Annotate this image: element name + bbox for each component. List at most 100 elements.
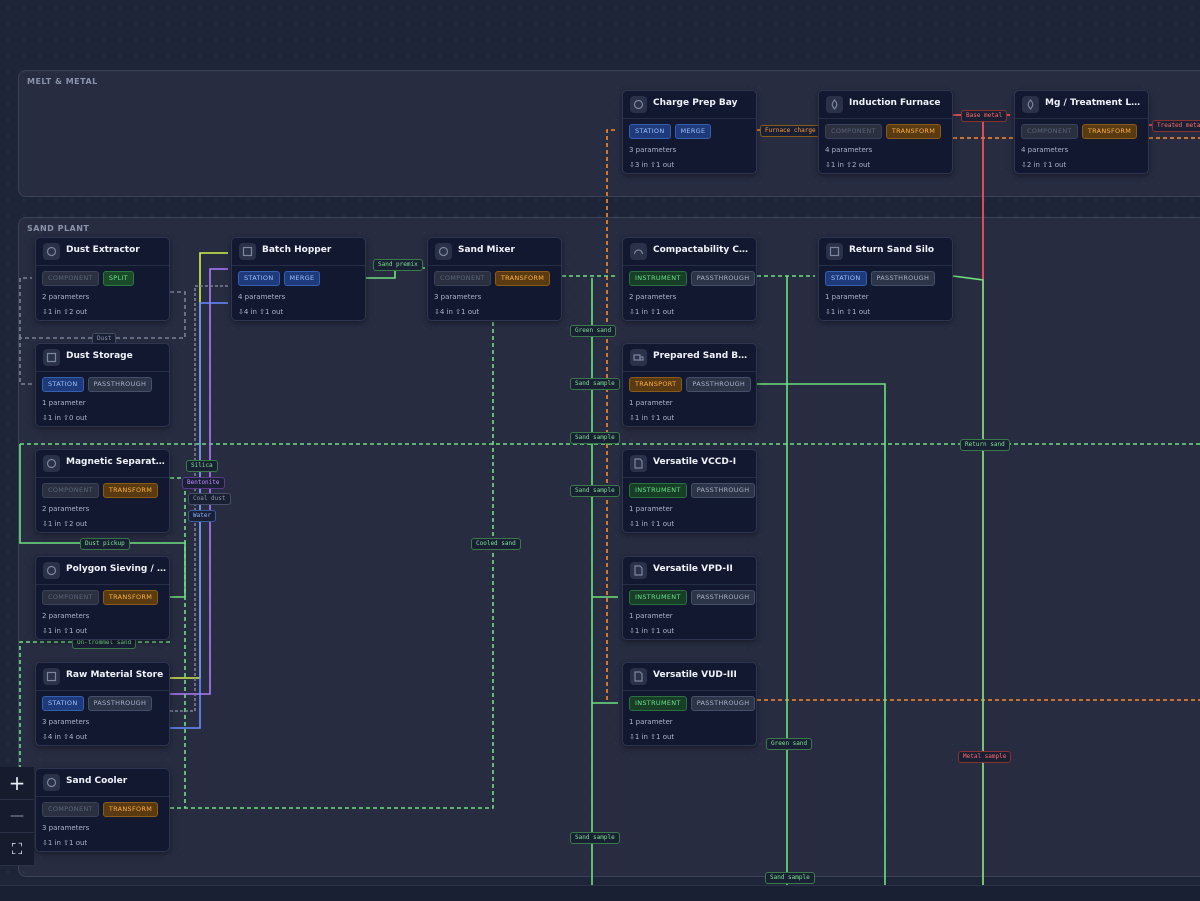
node-batch-hopper[interactable]: Batch Hopper STATION MERGE 4 parameters ⇩…	[231, 237, 366, 321]
node-sand-mixer[interactable]: Sand Mixer COMPONENT TRANSFORM 3 paramete…	[427, 237, 562, 321]
cube-icon	[826, 243, 843, 260]
node-io: ⇩2 in ⇧1 out	[1021, 161, 1067, 169]
badge-type: COMPONENT	[434, 271, 491, 286]
node-header: Raw Material Store	[36, 663, 169, 691]
node-io: ⇩4 in ⇧1 out	[238, 308, 284, 316]
badge-type: INSTRUMENT	[629, 271, 687, 286]
node-dust-storage[interactable]: Dust Storage STATION PASSTHROUGH 1 parame…	[35, 343, 170, 427]
node-params: 3 parameters	[42, 718, 90, 726]
edge-label-silica: Silica	[186, 460, 218, 472]
badge-type: STATION	[42, 696, 84, 711]
gear-icon	[43, 774, 60, 791]
gear-icon	[435, 243, 452, 260]
edge-silo-out	[952, 275, 984, 890]
badge-kind: TRANSFORM	[102, 590, 159, 605]
edge-label-sand-sample: Sand sample	[570, 378, 620, 390]
node-prepared-sand-bunker[interactable]: Prepared Sand Bunker TRANSPORTPASSTHROUG…	[622, 343, 757, 427]
node-header: Dust Storage	[36, 344, 169, 372]
edge-label-green-sand: Green sand	[570, 325, 617, 337]
node-mg-treatment-ladle[interactable]: Mg / Treatment Ladle COMPONENT TRANSFORM …	[1014, 90, 1149, 174]
gear-icon	[43, 562, 60, 579]
node-header: Prepared Sand Bunker	[623, 344, 756, 372]
node-io: ⇩3 in ⇧1 out	[629, 161, 675, 169]
node-versatile-vpd[interactable]: Versatile VPD-II INSTRUMENT PASSTHROUGH 1…	[622, 556, 757, 640]
node-params: 1 parameter	[825, 293, 869, 301]
node-header: Magnetic Separator	[36, 450, 169, 478]
node-dust-extractor[interactable]: Dust Extractor COMPONENT SPLIT 2 paramete…	[35, 237, 170, 321]
node-versatile-vccd[interactable]: Versatile VCCD-I INSTRUMENT PASSTHROUGH 1…	[622, 449, 757, 533]
node-header: Mg / Treatment Ladle	[1015, 91, 1148, 119]
node-io: ⇩1 in ⇧2 out	[42, 520, 88, 528]
node-params: 1 parameter	[629, 505, 673, 513]
badge-kind: MERGE	[283, 271, 321, 286]
zoom-in-button[interactable]: +	[0, 767, 34, 800]
edge-label-bentonite: Bentonite	[182, 477, 225, 489]
badge-kind: PASSTHROUGH	[87, 377, 153, 392]
gear-icon	[43, 243, 60, 260]
node-charge-prep-bay[interactable]: Charge Prep Bay STATION MERGE 3 parameter…	[622, 90, 757, 174]
node-header: Compactability Cont...	[623, 238, 756, 266]
node-header: Return Sand Silo	[819, 238, 952, 266]
node-header: Charge Prep Bay	[623, 91, 756, 119]
badge-kind: TRANSFORM	[102, 483, 159, 498]
badge-type: STATION	[629, 124, 671, 139]
badge-kind: PASSTHROUGH	[686, 377, 752, 392]
badge-type: COMPONENT	[42, 271, 99, 286]
edge-label-green-sand: Green sand	[766, 738, 813, 750]
node-title: Versatile VUD-III	[653, 670, 737, 680]
cube-icon	[239, 243, 256, 260]
node-induction-furnace[interactable]: Induction Furnace COMPONENT TRANSFORM 4 p…	[818, 90, 953, 174]
edge-label-base-metal: Base metal	[961, 110, 1008, 122]
cube-icon	[43, 349, 60, 366]
edge-bunker-out	[757, 383, 886, 890]
node-io: ⇩1 in ⇧1 out	[825, 308, 871, 316]
badge-type: INSTRUMENT	[629, 696, 687, 711]
badge-kind: MERGE	[674, 124, 712, 139]
node-title: Polygon Sieving / Lu...	[66, 564, 166, 574]
flame-icon	[826, 96, 843, 113]
fit-view-button[interactable]: ⛶	[0, 833, 34, 866]
node-return-sand-silo[interactable]: Return Sand Silo STATION PASSTHROUGH 1 pa…	[818, 237, 953, 321]
node-io: ⇩1 in ⇧1 out	[629, 733, 675, 741]
edge-label-coal-dust: Coal dust	[188, 493, 231, 505]
edge-label-furnace-charge: Furnace charge	[760, 125, 821, 137]
node-sand-cooler[interactable]: Sand Cooler COMPONENT TRANSFORM 3 paramet…	[35, 768, 170, 852]
badge-kind: TRANSFORM	[494, 271, 551, 286]
edge-label-dust-pickup: Dust pickup	[80, 538, 130, 550]
badge-type: INSTRUMENT	[629, 483, 687, 498]
node-io: ⇩1 in ⇧1 out	[629, 627, 675, 635]
badge-type: STATION	[42, 377, 84, 392]
node-magnetic-separator[interactable]: Magnetic Separator COMPONENT TRANSFORM 2 …	[35, 449, 170, 533]
node-header: Sand Mixer	[428, 238, 561, 266]
badge-kind: SPLIT	[102, 271, 134, 286]
node-params: 2 parameters	[629, 293, 677, 301]
node-polygon-sieving[interactable]: Polygon Sieving / Lu... COMPONENTTRANSFO…	[35, 556, 170, 640]
node-io: ⇩1 in ⇧1 out	[629, 308, 675, 316]
node-io: ⇩4 in ⇧4 out	[42, 733, 88, 741]
node-io: ⇩1 in ⇧2 out	[825, 161, 871, 169]
zoom-out-button[interactable]: —	[0, 800, 34, 833]
node-params: 1 parameter	[42, 399, 86, 407]
edge-label-sand-premix: Sand premix	[373, 259, 423, 271]
gauge-icon	[630, 243, 647, 260]
node-header: Batch Hopper	[232, 238, 365, 266]
badge-type: COMPONENT	[42, 483, 99, 498]
node-io: ⇩1 in ⇧1 out	[42, 627, 88, 635]
node-versatile-vud[interactable]: Versatile VUD-III INSTRUMENT PASSTHROUGH …	[622, 662, 757, 746]
node-params: 3 parameters	[629, 146, 677, 154]
node-compactability-controller[interactable]: Compactability Cont... INSTRUMENTPASSTHR…	[622, 237, 757, 321]
badge-kind: PASSTHROUGH	[690, 271, 756, 286]
node-params: 3 parameters	[434, 293, 482, 301]
badge-type: COMPONENT	[1021, 124, 1078, 139]
cube-icon	[43, 668, 60, 685]
node-raw-material-store[interactable]: Raw Material Store STATION PASSTHROUGH 3 …	[35, 662, 170, 746]
node-params: 1 parameter	[629, 612, 673, 620]
node-io: ⇩1 in ⇧1 out	[629, 414, 675, 422]
node-params: 2 parameters	[42, 505, 90, 513]
node-params: 1 parameter	[629, 718, 673, 726]
badge-type: COMPONENT	[42, 590, 99, 605]
node-title: Dust Storage	[66, 351, 133, 361]
node-title: Batch Hopper	[262, 245, 332, 255]
edge-label-sand-sample: Sand sample	[570, 832, 620, 844]
node-io: ⇩1 in ⇧1 out	[42, 839, 88, 847]
